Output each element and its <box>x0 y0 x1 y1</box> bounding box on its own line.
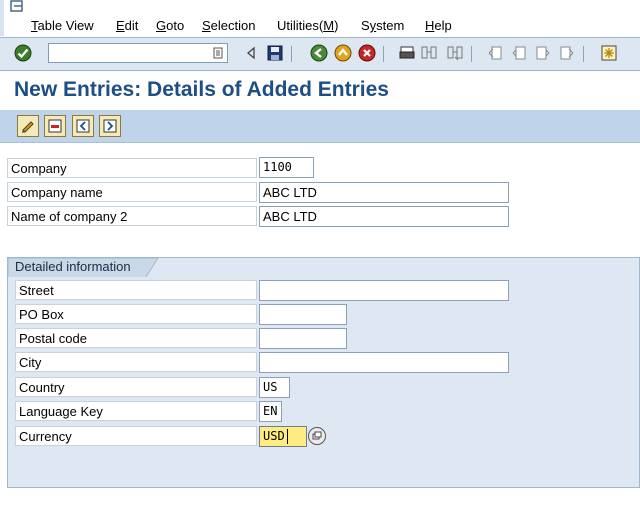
display-change-icon[interactable] <box>17 115 39 137</box>
value-help-icon[interactable] <box>307 426 327 446</box>
street-label: Street <box>15 280 257 300</box>
menu-table-view[interactable]: Table View <box>31 18 94 33</box>
standard-toolbar <box>0 37 640 71</box>
menu-bar-grip <box>0 0 4 36</box>
company-name-2-field[interactable]: ABC LTD <box>259 206 509 227</box>
delete-icon[interactable] <box>44 115 66 137</box>
next-entry-icon[interactable] <box>99 115 121 137</box>
street-field[interactable] <box>259 280 509 301</box>
language-key-field[interactable]: EN <box>259 401 282 422</box>
previous-page-icon[interactable] <box>509 43 529 63</box>
postal-code-field[interactable] <box>259 328 347 349</box>
menu-system[interactable]: System <box>361 18 404 33</box>
language-key-label: Language Key <box>15 401 257 421</box>
first-page-icon[interactable] <box>485 43 505 63</box>
sap-menu-icon[interactable] <box>10 0 26 14</box>
menu-help[interactable]: Help <box>425 18 452 33</box>
company-name-field[interactable]: ABC LTD <box>259 182 509 203</box>
country-label: Country <box>15 377 257 397</box>
next-page-icon[interactable] <box>533 43 553 63</box>
menu-edit[interactable]: Edit <box>116 18 138 33</box>
find-icon[interactable] <box>419 43 439 63</box>
last-page-icon[interactable] <box>557 43 577 63</box>
toolbar-separator <box>291 46 292 62</box>
back-icon[interactable] <box>309 43 329 63</box>
city-field[interactable] <box>259 352 509 373</box>
page-title: New Entries: Details of Added Entries <box>14 78 389 101</box>
cancel-icon[interactable] <box>357 43 377 63</box>
application-toolbar <box>0 110 640 143</box>
company-field[interactable]: 1100 <box>259 157 314 178</box>
currency-field[interactable]: USD <box>259 426 307 447</box>
company-label: Company <box>7 158 257 178</box>
company-name-label: Company name <box>7 182 257 202</box>
menu-utilities[interactable]: Utilities(M) <box>277 18 338 33</box>
toolbar-separator <box>583 46 584 62</box>
back-arrow-icon[interactable] <box>241 43 261 63</box>
command-dropdown-icon[interactable] <box>212 46 224 60</box>
save-icon[interactable] <box>265 43 285 63</box>
company-name-2-label: Name of company 2 <box>7 206 257 226</box>
enter-icon[interactable] <box>13 43 33 63</box>
create-session-icon[interactable] <box>599 43 619 63</box>
po-box-label: PO Box <box>15 304 257 324</box>
toolbar-separator <box>471 46 472 62</box>
menu-selection[interactable]: Selection <box>202 18 255 33</box>
country-field[interactable]: US <box>259 377 290 398</box>
toolbar-separator <box>383 46 384 62</box>
postal-code-label: Postal code <box>15 328 257 348</box>
previous-entry-icon[interactable] <box>72 115 94 137</box>
po-box-field[interactable] <box>259 304 347 325</box>
city-label: City <box>15 352 257 372</box>
print-icon[interactable] <box>397 43 417 63</box>
exit-icon[interactable] <box>333 43 353 63</box>
group-title: Detailed information <box>15 259 131 274</box>
command-field[interactable] <box>48 43 228 63</box>
menu-goto[interactable]: Goto <box>156 18 184 33</box>
currency-label: Currency <box>15 426 257 446</box>
text-cursor <box>287 429 288 444</box>
find-next-icon[interactable] <box>445 43 465 63</box>
